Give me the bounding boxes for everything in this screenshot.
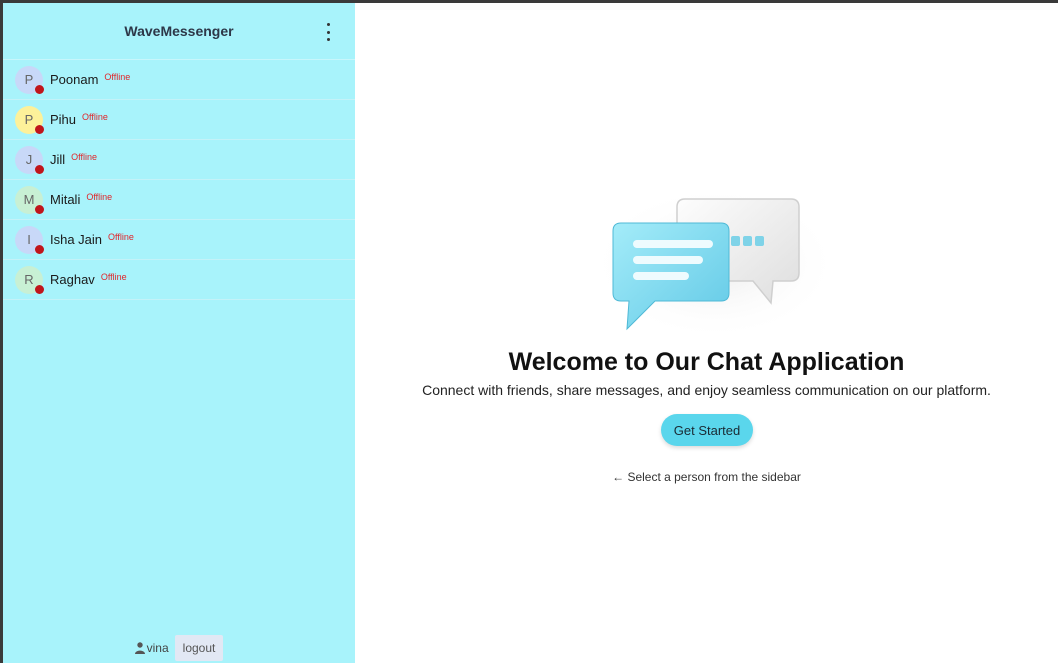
avatar: J — [15, 145, 44, 174]
chat-bubbles-icon — [585, 183, 845, 343]
contact-name: Poonam — [50, 72, 99, 87]
sidebar: WaveMessenger P Poonam Offline P Pihu Of… — [3, 3, 355, 663]
avatar: M — [15, 185, 44, 214]
contact-name: Pihu — [50, 112, 77, 127]
offline-status-dot — [35, 204, 44, 214]
user-icon — [134, 642, 145, 654]
offline-status-dot — [35, 124, 44, 134]
avatar-initial: R — [24, 272, 34, 287]
avatar: P — [15, 65, 44, 94]
contact-name: Isha Jain — [50, 232, 103, 247]
contact-status: Offline — [82, 111, 108, 122]
contact-status: Offline — [104, 71, 131, 82]
offline-status-dot — [35, 284, 44, 294]
contact-item[interactable]: J Jill Offline — [3, 140, 355, 180]
avatar: I — [15, 225, 44, 254]
contact-item[interactable]: P Poonam Offline — [3, 60, 355, 100]
contact-name: Raghav — [50, 272, 95, 287]
select-person-hint: ← Select a person from the sidebar — [612, 470, 801, 484]
main-panel: Welcome to Our Chat Application Connect … — [355, 3, 1058, 663]
avatar-initial: M — [23, 192, 35, 207]
avatar: P — [15, 105, 44, 134]
avatar-initial: P — [24, 112, 34, 127]
app-title: WaveMessenger — [124, 23, 234, 39]
kebab-menu-icon[interactable] — [323, 23, 333, 41]
get-started-button[interactable]: Get Started — [661, 414, 753, 446]
contact-name: Jill — [50, 152, 66, 167]
contact-item[interactable]: I Isha Jain Offline — [3, 220, 355, 260]
contact-item[interactable]: P Pihu Offline — [3, 100, 355, 140]
contact-item[interactable]: R Raghav Offline — [3, 260, 355, 300]
welcome-subtitle: Connect with friends, share messages, an… — [422, 382, 991, 398]
sidebar-header: WaveMessenger — [3, 3, 355, 60]
contact-list: P Poonam Offline P Pihu Offline J Jill O… — [3, 60, 355, 633]
contact-item[interactable]: M Mitali Offline — [3, 180, 355, 220]
sidebar-footer: vina logout — [3, 633, 355, 663]
current-username: vina — [146, 641, 169, 655]
logout-button[interactable]: logout — [174, 635, 224, 661]
avatar-initial: P — [24, 72, 34, 87]
offline-status-dot — [35, 244, 44, 254]
contact-status: Offline — [108, 231, 134, 242]
avatar: R — [15, 265, 44, 294]
contact-status: Offline — [100, 271, 127, 282]
contact-name: Mitali — [50, 192, 81, 207]
contact-status: Offline — [86, 191, 113, 202]
welcome-title: Welcome to Our Chat Application — [508, 348, 905, 376]
offline-status-dot — [35, 84, 44, 94]
avatar-initial: J — [25, 152, 33, 167]
avatar-initial: I — [27, 232, 31, 247]
contact-status: Offline — [71, 151, 98, 162]
offline-status-dot — [35, 164, 44, 174]
